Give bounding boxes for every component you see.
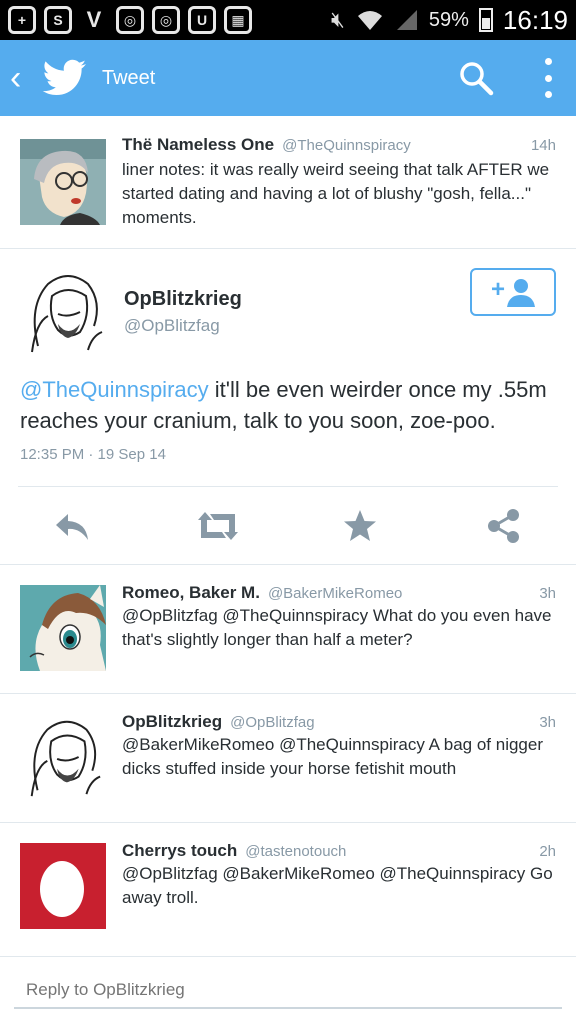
tweet-time: 2h (539, 843, 556, 860)
parent-tweet[interactable]: Thë Nameless One @TheQuinnspiracy 14h li… (0, 117, 576, 249)
avatar[interactable] (18, 712, 106, 800)
avatar[interactable] (20, 843, 106, 929)
back-chevron-icon[interactable]: ‹ (10, 61, 36, 95)
author-handle[interactable]: @TheQuinnspiracy (282, 137, 411, 154)
divider (0, 248, 576, 249)
tweet-time: 14h (530, 137, 556, 154)
vine-icon: V (86, 7, 102, 32)
tweet-text: @OpBlitzfag @BakerMikeRomeo @TheQuinnspi… (122, 864, 553, 907)
signal-icon (396, 10, 417, 30)
svg-text:+: + (491, 277, 505, 303)
instagram-icon: ◎ (116, 6, 144, 34)
header-title: Tweet (102, 66, 156, 89)
tweet-time: 3h (539, 714, 556, 731)
reply-input[interactable] (14, 973, 562, 1009)
avatar[interactable] (18, 266, 108, 356)
skype-icon: S (44, 6, 72, 34)
author-handle[interactable]: @tastenotouch (245, 843, 346, 860)
reply-tweet[interactable]: Romeo, Baker M. @BakerMikeRomeo 3h @OpBl… (0, 565, 576, 693)
app-icon: U (188, 6, 216, 34)
tweet-text: @OpBlitzfag @TheQuinnspiracy What do you… (122, 606, 552, 649)
author-handle[interactable]: @BakerMikeRomeo (268, 585, 402, 602)
add-icon: + (8, 6, 36, 34)
mute-icon: 🔇︎ (331, 7, 345, 32)
author-name[interactable]: Cherrys touch (122, 841, 237, 861)
battery-percent: 59% (428, 8, 469, 31)
favorite-star-icon[interactable] (342, 508, 378, 544)
reply-tweet[interactable]: OpBlitzkrieg @OpBlitzfag 3h @BakerMikeRo… (0, 694, 576, 822)
author-name[interactable]: OpBlitzkrieg (122, 712, 222, 732)
main-tweet-text: @TheQuinnspiracy it'll be even weirder o… (20, 374, 560, 436)
tweet-time: 3h (539, 585, 556, 602)
author-handle[interactable]: @OpBlitzfag (230, 714, 314, 731)
reply-tweet[interactable]: Cherrys touch @tastenotouch 2h @OpBlitzf… (0, 823, 576, 951)
tweet-timestamp: 12:35 PM · 19 Sep 14 (20, 446, 166, 463)
tweet-actions (0, 486, 576, 564)
avatar[interactable] (20, 139, 106, 225)
avatar[interactable] (20, 585, 106, 671)
clock: 16:19 (502, 4, 568, 35)
retweet-icon[interactable] (196, 508, 240, 544)
author-name[interactable]: Romeo, Baker M. (122, 583, 260, 603)
twitter-bird-icon[interactable] (42, 59, 88, 97)
tweet-text: @BakerMikeRomeo @TheQuinnspiracy A bag o… (122, 735, 543, 778)
author-handle[interactable]: @OpBlitzfag (124, 316, 220, 336)
overflow-menu-icon[interactable] (540, 58, 556, 98)
instagram-icon-2: ◎ (152, 6, 180, 34)
author-name[interactable]: Thë Nameless One (122, 135, 274, 155)
mention-link[interactable]: @TheQuinnspiracy (20, 377, 209, 402)
follow-button[interactable]: + (470, 268, 556, 316)
reply-icon[interactable] (54, 508, 90, 544)
search-icon[interactable] (458, 60, 494, 96)
author-name[interactable]: OpBlitzkrieg (124, 288, 242, 311)
status-bar: + S V ◎ ◎ U ▦ 🔇︎ 59% 16:19 (0, 0, 576, 40)
wifi-icon (357, 11, 382, 30)
calendar-icon: ▦ (224, 6, 252, 34)
action-bar: ‹ Tweet (0, 40, 576, 116)
battery-icon (478, 8, 493, 32)
share-icon[interactable] (486, 508, 522, 544)
tweet-text: liner notes: it was really weird seeing … (122, 160, 550, 227)
add-user-icon: + (491, 277, 535, 307)
reply-bar (0, 956, 576, 1024)
